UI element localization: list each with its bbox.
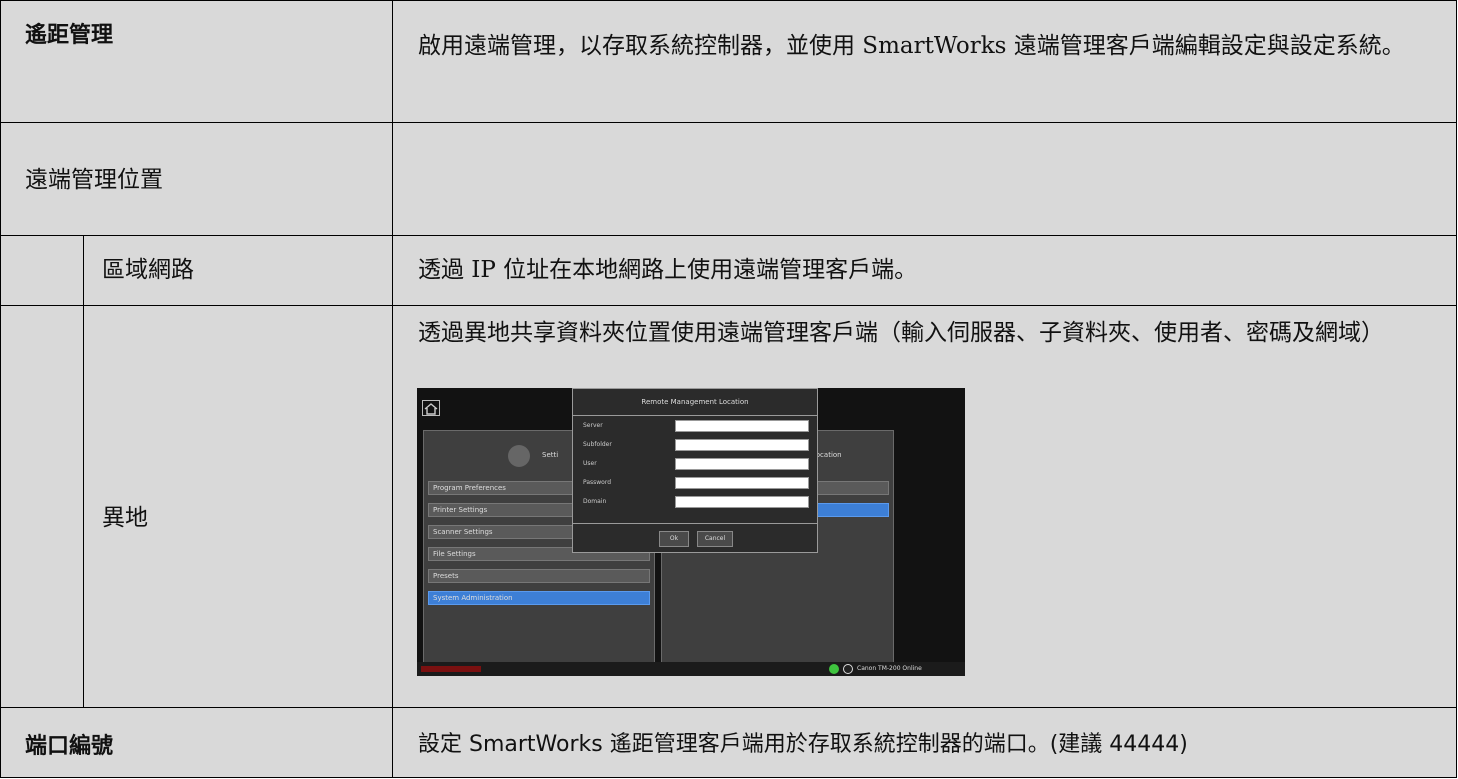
setting-description: 啟用遠端管理，以存取系統控制器，並使用 SmartWorks 遠端管理客戶端編輯… <box>418 33 1405 59</box>
password-field[interactable] <box>675 477 809 489</box>
setting-label: 遙距管理 <box>25 23 114 48</box>
home-icon <box>422 400 440 416</box>
table-row: 遙距管理 啟用遠端管理，以存取系統控制器，並使用 SmartWorks 遠端管理… <box>1 1 1456 122</box>
option-row[interactable] <box>812 481 889 495</box>
subfolder-field[interactable] <box>675 439 809 451</box>
remote-location-dialog: Remote Management Location Server Subfol… <box>572 388 818 553</box>
setting-label: 端口編號 <box>25 734 114 759</box>
field-label: User <box>583 460 597 467</box>
field-label: Subfolder <box>583 441 612 448</box>
setting-description: 透過 IP 位址在本地網路上使用遠端管理客戶端。 <box>418 257 918 283</box>
setting-label: 異地 <box>102 505 148 531</box>
menu-item[interactable]: System Administration <box>428 591 650 605</box>
field-label: Server <box>583 422 603 429</box>
field-label: Domain <box>583 498 607 505</box>
user-field[interactable] <box>675 458 809 470</box>
dialog-title: Remote Management Location <box>573 389 817 416</box>
settings-label: Setti <box>542 451 559 459</box>
option-row-selected[interactable] <box>812 503 889 517</box>
setting-description: 透過異地共享資料夾位置使用遠端管理客戶端（輸入伺服器、子資料夾、使用者、密碼及網… <box>418 320 1384 346</box>
menu-item[interactable]: Presets <box>428 569 650 583</box>
setting-label: 區域網路 <box>102 257 194 283</box>
brand-logo <box>421 666 481 672</box>
status-bar: Canon TM-200 Online <box>417 662 965 676</box>
field-label: Password <box>583 479 612 486</box>
cancel-button[interactable]: Cancel <box>697 531 733 547</box>
server-field[interactable] <box>675 420 809 432</box>
setting-description: 設定 SmartWorks 遙距管理客戶端用於存取系統控制器的端口。(建議 44… <box>418 732 1188 757</box>
status-dot-icon <box>829 664 839 674</box>
remote-management-screenshot: Setti Program Preferences Printer Settin… <box>417 388 965 676</box>
ok-button[interactable]: Ok <box>659 531 689 547</box>
info-icon[interactable] <box>843 664 853 674</box>
domain-field[interactable] <box>675 496 809 508</box>
table-row: 端口編號 設定 SmartWorks 遙距管理客戶端用於存取系統控制器的端口。(… <box>1 707 1456 777</box>
table-row: 異地 透過異地共享資料夾位置使用遠端管理客戶端（輸入伺服器、子資料夾、使用者、密… <box>1 305 1456 707</box>
table-row: 遠端管理位置 <box>1 122 1456 235</box>
divider <box>573 523 817 524</box>
setting-label: 遠端管理位置 <box>25 167 163 193</box>
settings-table: 遙距管理 啟用遠端管理，以存取系統控制器，並使用 SmartWorks 遠端管理… <box>0 0 1457 778</box>
table-row: 區域網路 透過 IP 位址在本地網路上使用遠端管理客戶端。 <box>1 235 1456 305</box>
gear-icon <box>508 445 530 467</box>
printer-status: Canon TM-200 Online <box>857 665 922 672</box>
